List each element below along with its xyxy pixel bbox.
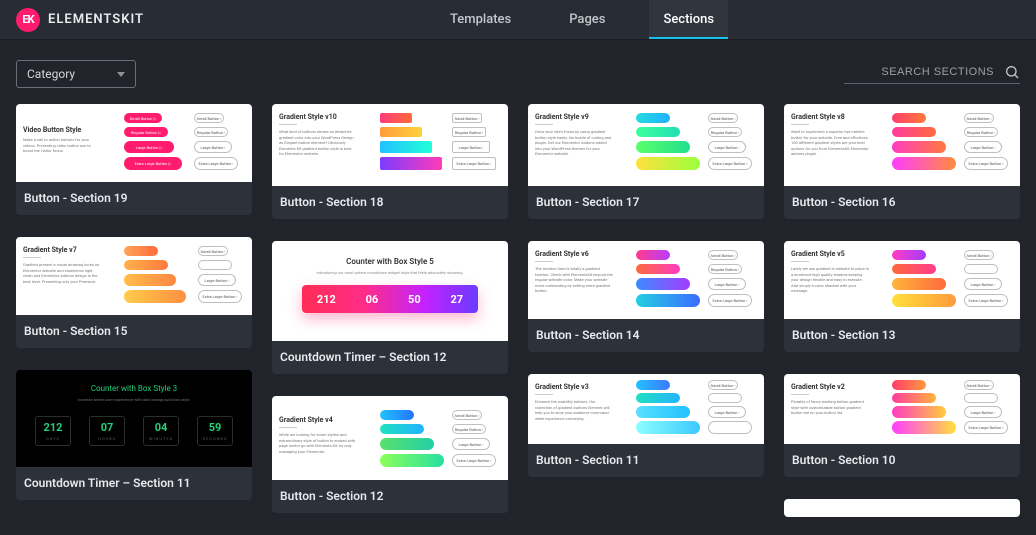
card-title: Countdown Timer – Section 12 bbox=[272, 341, 508, 374]
category-dropdown[interactable]: Category bbox=[16, 60, 136, 88]
card-section-11[interactable]: Gradient Style v3 Enhance the usability … bbox=[528, 374, 764, 477]
grid-col-4: Gradient Style v8 Want to implement a su… bbox=[774, 104, 1030, 535]
tabs: Templates Pages Sections bbox=[144, 0, 1020, 39]
card-title: Button - Section 13 bbox=[784, 319, 1020, 352]
filter-bar: Category bbox=[0, 40, 1036, 98]
card-section-13[interactable]: Gradient Style v5 Lately we use gradient… bbox=[784, 241, 1020, 352]
card-title: Button - Section 14 bbox=[528, 319, 764, 352]
card-partial[interactable] bbox=[784, 499, 1020, 517]
tab-templates[interactable]: Templates bbox=[436, 0, 525, 39]
card-section-14[interactable]: Gradient Style v6 The modern time is tot… bbox=[528, 241, 764, 352]
grid-col-3: Gradient Style v9 Grow your site's focus… bbox=[518, 104, 774, 535]
card-section-19[interactable]: Video Button Style Make a call to action… bbox=[16, 104, 252, 215]
card-title: Button - Section 17 bbox=[528, 186, 764, 219]
card-section-17[interactable]: Gradient Style v9 Grow your site's focus… bbox=[528, 104, 764, 219]
search-input[interactable] bbox=[844, 66, 994, 78]
card-title: Button - Section 10 bbox=[784, 444, 1020, 477]
cards-grid: Video Button Style Make a call to action… bbox=[0, 98, 1036, 535]
grid-col-2: Gradient Style v10 What kind of buttons … bbox=[262, 104, 518, 535]
card-title: Button - Section 16 bbox=[784, 186, 1020, 219]
card-countdown-12[interactable]: Counter with Box Style 5 Introducing our… bbox=[272, 241, 508, 374]
card-section-18[interactable]: Gradient Style v10 What kind of buttons … bbox=[272, 104, 508, 219]
grid-col-1: Video Button Style Make a call to action… bbox=[6, 104, 262, 535]
card-section-12[interactable]: Gradient Style v4 While are looking for … bbox=[272, 396, 508, 513]
card-title: Button - Section 19 bbox=[16, 182, 252, 215]
brand: EK ELEMENTSKIT bbox=[16, 8, 144, 32]
card-countdown-11[interactable]: Counter with Box Style 3 Increase better… bbox=[16, 370, 252, 500]
card-title: Countdown Timer – Section 11 bbox=[16, 467, 252, 500]
search-icon[interactable] bbox=[1004, 64, 1020, 80]
card-section-16[interactable]: Gradient Style v8 Want to implement a su… bbox=[784, 104, 1020, 219]
brand-name: ELEMENTSKIT bbox=[48, 12, 144, 27]
card-title: Button - Section 11 bbox=[528, 444, 764, 477]
card-title: Button - Section 18 bbox=[272, 186, 508, 219]
card-section-10[interactable]: Gradient Style v2 Plurality of fancy wor… bbox=[784, 374, 1020, 477]
tab-sections[interactable]: Sections bbox=[649, 0, 728, 39]
category-dropdown-label: Category bbox=[27, 67, 75, 81]
tab-pages[interactable]: Pages bbox=[555, 0, 619, 39]
topbar: EK ELEMENTSKIT Templates Pages Sections bbox=[0, 0, 1036, 40]
chevron-down-icon bbox=[117, 72, 125, 77]
card-title: Button - Section 15 bbox=[16, 315, 252, 348]
card-title: Button - Section 12 bbox=[272, 480, 508, 513]
search-field[interactable] bbox=[844, 64, 1020, 84]
card-section-15[interactable]: Gradient Style v7 Gradient present a vis… bbox=[16, 237, 252, 348]
brand-logo-icon: EK bbox=[16, 8, 40, 32]
